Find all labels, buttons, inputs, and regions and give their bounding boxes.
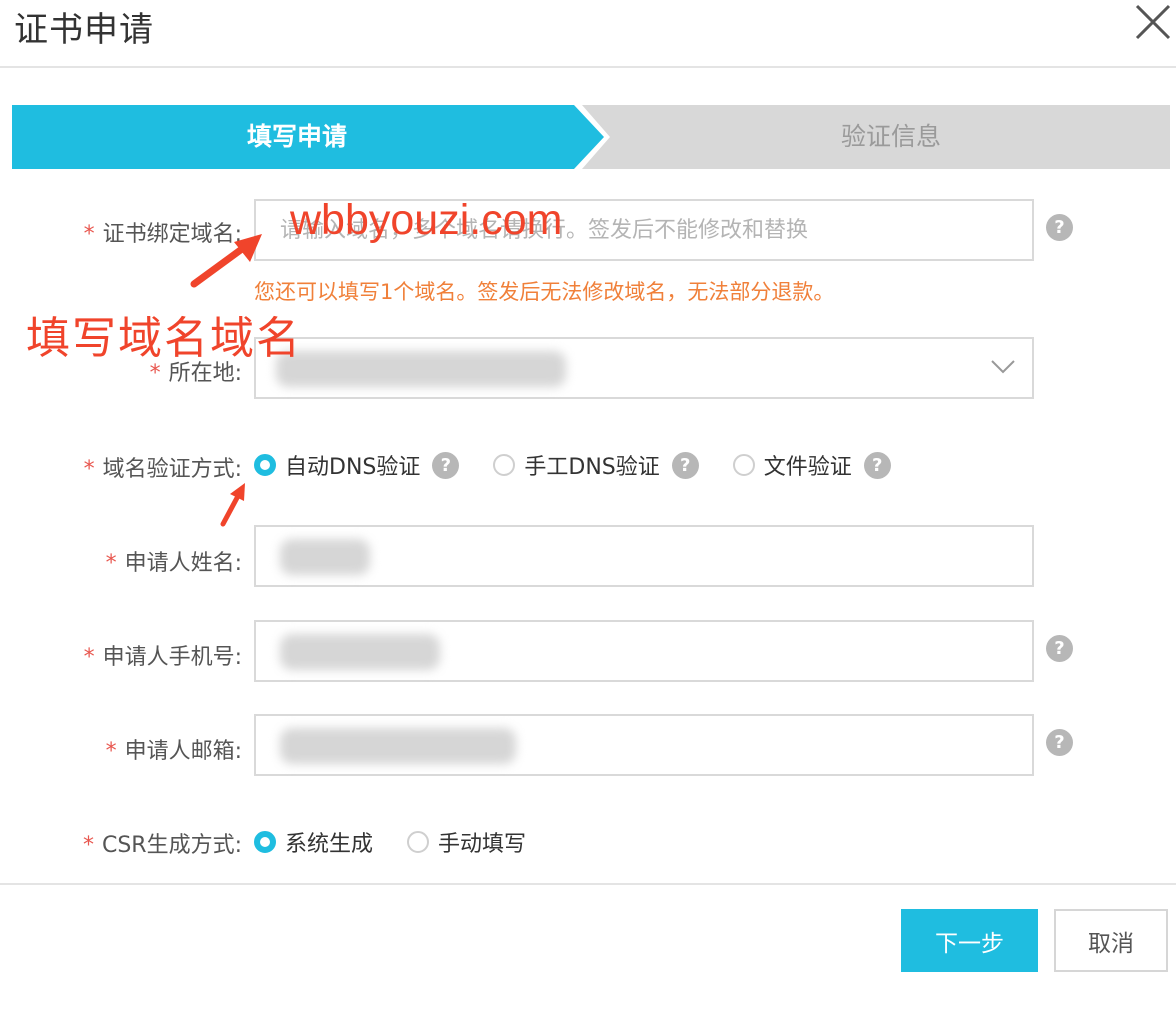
applicant-name-label: * 申请人姓名:	[106, 545, 242, 577]
applicant-email-input-box[interactable]	[254, 714, 1034, 776]
annotation-caption: 填写域名域名	[26, 313, 302, 364]
applicant-phone-input-box[interactable]	[254, 620, 1034, 682]
redacted-value	[280, 634, 440, 670]
required-mark: *	[83, 645, 95, 670]
cancel-button[interactable]: 取消	[1054, 909, 1168, 972]
applicant-phone-label-text: 申请人手机号:	[102, 645, 242, 670]
domain-help-icon[interactable]: ?	[1046, 214, 1073, 241]
radio-system-generate-circle[interactable]	[254, 831, 276, 853]
required-mark: *	[105, 551, 117, 576]
verify-method-label: * 域名验证方式:	[84, 451, 242, 483]
required-mark: *	[83, 457, 95, 482]
location-select[interactable]	[254, 337, 1034, 399]
verify-method-radio-group: 自动DNS验证 ? 手工DNS验证 ? 文件验证 ?	[254, 449, 925, 481]
email-help-icon[interactable]: ?	[1046, 729, 1073, 756]
header-divider	[0, 66, 1176, 68]
step-verify-info: 验证信息	[840, 122, 941, 151]
radio-manual-fill[interactable]: 手动填写	[407, 826, 526, 858]
step-fill-application: 填写申请	[246, 122, 347, 151]
phone-help-icon[interactable]: ?	[1046, 635, 1073, 662]
redacted-value	[276, 351, 566, 387]
radio-manual-fill-circle[interactable]	[407, 831, 430, 853]
radio-file-verify[interactable]: 文件验证 ?	[732, 449, 891, 481]
annotation-arrow-icon	[190, 234, 262, 288]
required-mark: *	[105, 739, 117, 764]
csr-method-label: * CSR生成方式:	[83, 827, 242, 859]
radio-file-verify-circle[interactable]	[732, 454, 755, 476]
footer-divider	[0, 883, 1176, 885]
auto-dns-help-icon[interactable]: ?	[432, 451, 460, 479]
domain-hint: 您还可以填写1个域名。签发后无法修改域名，无法部分退款。	[254, 280, 835, 304]
chevron-down-icon	[991, 360, 1015, 374]
applicant-name-input-box[interactable]	[254, 525, 1034, 587]
radio-file-verify-label: 文件验证	[763, 455, 852, 480]
step-progress-bar: 填写申请 验证信息	[12, 105, 1170, 169]
radio-manual-fill-label: 手动填写	[438, 832, 527, 857]
redacted-value	[280, 539, 370, 575]
applicant-email-label-text: 申请人邮箱:	[124, 739, 242, 764]
required-mark: *	[82, 833, 94, 858]
annotation-domain-text: wbbyouzi.com	[290, 196, 563, 244]
close-icon[interactable]	[1133, 2, 1173, 42]
applicant-name-label-text: 申请人姓名:	[124, 551, 242, 576]
applicant-email-label: * 申请人邮箱:	[106, 733, 242, 765]
radio-manual-dns-circle[interactable]	[493, 454, 516, 476]
radio-auto-dns-circle[interactable]	[254, 454, 276, 476]
radio-manual-dns[interactable]: 手工DNS验证 ?	[493, 449, 699, 481]
radio-system-generate-label: 系统生成	[285, 832, 374, 857]
verify-method-label-text: 域名验证方式:	[102, 457, 242, 482]
radio-manual-dns-label: 手工DNS验证	[524, 455, 660, 480]
radio-auto-dns[interactable]: 自动DNS验证 ?	[254, 449, 460, 481]
redacted-value	[280, 728, 516, 764]
radio-system-generate[interactable]: 系统生成	[254, 826, 373, 858]
csr-method-radio-group: 系统生成 手动填写	[254, 826, 560, 858]
required-mark: *	[83, 222, 95, 247]
next-step-button[interactable]: 下一步	[901, 909, 1038, 972]
csr-method-label-text: CSR生成方式:	[101, 833, 242, 858]
applicant-phone-label: * 申请人手机号:	[84, 639, 242, 671]
file-verify-help-icon[interactable]: ?	[863, 451, 891, 479]
annotation-arrow-small-icon	[220, 483, 245, 527]
dialog-title: 证书申请	[14, 10, 154, 50]
manual-dns-help-icon[interactable]: ?	[671, 451, 699, 479]
radio-auto-dns-label: 自动DNS验证	[285, 455, 421, 480]
